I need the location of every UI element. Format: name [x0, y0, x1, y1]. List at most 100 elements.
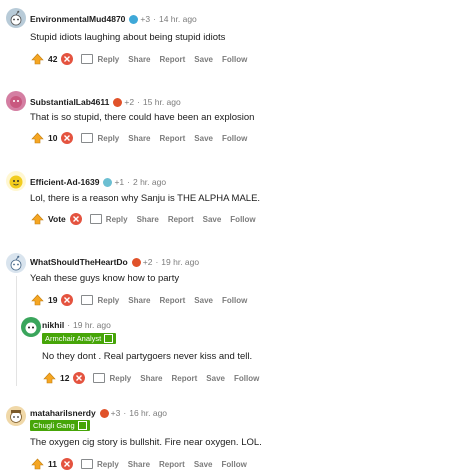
comment-time[interactable]: 2 hr. ago [133, 177, 166, 187]
upvote-icon[interactable] [30, 293, 44, 307]
comment-time[interactable]: 16 hr. ago [129, 408, 167, 418]
save-button[interactable]: Save [206, 374, 225, 383]
reply-button[interactable]: Reply [81, 295, 119, 305]
save-button[interactable]: Save [194, 55, 213, 64]
share-button[interactable]: Share [128, 296, 150, 305]
separator-dot: · [137, 97, 140, 107]
comment-body: The oxygen cig story is bullshit. Fire n… [30, 437, 262, 448]
separator-dot: · [67, 320, 71, 330]
award-count: +3 [140, 14, 151, 24]
separator-dot: · [127, 177, 130, 187]
downvote-icon[interactable] [69, 213, 82, 225]
reply-button[interactable]: Reply [81, 459, 119, 469]
upvote-icon[interactable] [30, 131, 44, 145]
reply-button[interactable]: Reply [81, 54, 119, 64]
upvote-icon[interactable] [42, 371, 56, 385]
comment-time[interactable]: 19 hr. ago [73, 320, 111, 330]
comment-author[interactable]: mataharilsnerdy [30, 408, 96, 418]
award-count: +2 [124, 97, 135, 107]
comment-bubble-icon [93, 373, 106, 383]
report-button[interactable]: Report [172, 374, 198, 383]
report-button[interactable]: Report [159, 460, 185, 469]
flair-label: Chugli Gang [33, 421, 75, 430]
share-button[interactable]: Share [140, 374, 162, 383]
avatar[interactable] [21, 317, 41, 337]
vote-score: 19 [48, 295, 58, 305]
share-button[interactable]: Share [128, 460, 150, 469]
upvote-icon[interactable] [30, 457, 44, 471]
avatar[interactable] [6, 8, 26, 28]
comment-body: Stupid idiots laughing about being stupi… [30, 32, 226, 43]
save-button[interactable]: Save [194, 296, 213, 305]
snoo-avatar-icon [25, 322, 37, 334]
comment-body: No they dont . Real partygoers never kis… [42, 351, 253, 362]
comment-bubble-icon [81, 459, 93, 469]
share-button[interactable]: Share [137, 215, 159, 224]
user-flair: Armchair Analyst [42, 333, 117, 344]
comment-author[interactable]: EnvironmentalMud4870 [30, 14, 125, 24]
flair-emoji-icon [77, 421, 87, 430]
downvote-icon[interactable] [61, 132, 74, 144]
downvote-icon[interactable] [61, 294, 74, 306]
award-icon[interactable] [131, 257, 141, 267]
comment-time[interactable]: 15 hr. ago [143, 97, 181, 107]
save-button[interactable]: Save [194, 460, 213, 469]
award-count: +2 [142, 257, 153, 267]
follow-button[interactable]: Follow [222, 55, 247, 64]
comment-body: Lol, there is a reason why Sanju is THE … [30, 193, 261, 204]
comment-author[interactable]: SubstantialLab4611 [30, 97, 109, 107]
upvote-icon[interactable] [30, 52, 44, 66]
reply-button[interactable]: Reply [93, 373, 131, 383]
follow-button[interactable]: Follow [234, 374, 259, 383]
report-button[interactable]: Report [160, 296, 186, 305]
reply-button[interactable]: Reply [89, 214, 128, 224]
award-icon[interactable] [103, 177, 113, 187]
flair-emoji-icon [104, 334, 114, 343]
thread-line[interactable] [16, 276, 17, 386]
separator-dot: · [155, 257, 159, 267]
comment-author[interactable]: nikhil [42, 320, 64, 330]
report-button[interactable]: Report [160, 55, 186, 64]
award-count: +3 [110, 408, 121, 418]
save-button[interactable]: Save [194, 134, 213, 143]
comment-bubble-icon [81, 295, 94, 305]
award-icon[interactable] [99, 408, 109, 418]
follow-button[interactable]: Follow [222, 460, 247, 469]
award-icon[interactable] [113, 97, 123, 107]
avatar[interactable] [6, 91, 26, 111]
downvote-icon[interactable] [61, 458, 73, 470]
avatar[interactable] [6, 253, 26, 273]
reply-label: Reply [97, 54, 120, 64]
save-button[interactable]: Save [203, 215, 222, 224]
follow-button[interactable]: Follow [230, 215, 255, 224]
flair-label: Armchair Analyst [45, 334, 102, 343]
reply-label: Reply [97, 295, 120, 305]
downvote-icon[interactable] [73, 372, 86, 384]
snoo-avatar-icon [10, 410, 22, 423]
vote-score: 10 [48, 133, 58, 143]
comment-time[interactable]: 14 hr. ago [159, 14, 197, 24]
comment-bubble-icon [89, 214, 102, 224]
avatar[interactable] [6, 406, 26, 426]
comment-time[interactable]: 19 hr. ago [161, 257, 199, 267]
downvote-icon[interactable] [61, 53, 74, 65]
comment-author[interactable]: WhatShouldTheHeartDo [30, 257, 128, 267]
comment-author[interactable]: Efficient-Ad-1639 [30, 177, 99, 187]
vote-score: 42 [48, 54, 58, 64]
comment-bubble-icon [81, 54, 94, 64]
share-button[interactable]: Share [128, 55, 150, 64]
follow-button[interactable]: Follow [222, 134, 247, 143]
follow-button[interactable]: Follow [222, 296, 247, 305]
share-button[interactable]: Share [128, 134, 150, 143]
reply-label: Reply [97, 133, 120, 143]
upvote-icon[interactable] [30, 212, 44, 226]
award-icon[interactable] [129, 14, 139, 24]
reply-button[interactable]: Reply [81, 133, 119, 143]
reply-label: Reply [109, 373, 132, 383]
snoo-avatar-icon [9, 175, 23, 189]
user-flair: Chugli Gang [30, 420, 90, 431]
avatar[interactable] [6, 171, 26, 191]
report-button[interactable]: Report [160, 134, 186, 143]
comment-bubble-icon [81, 133, 94, 143]
report-button[interactable]: Report [168, 215, 194, 224]
